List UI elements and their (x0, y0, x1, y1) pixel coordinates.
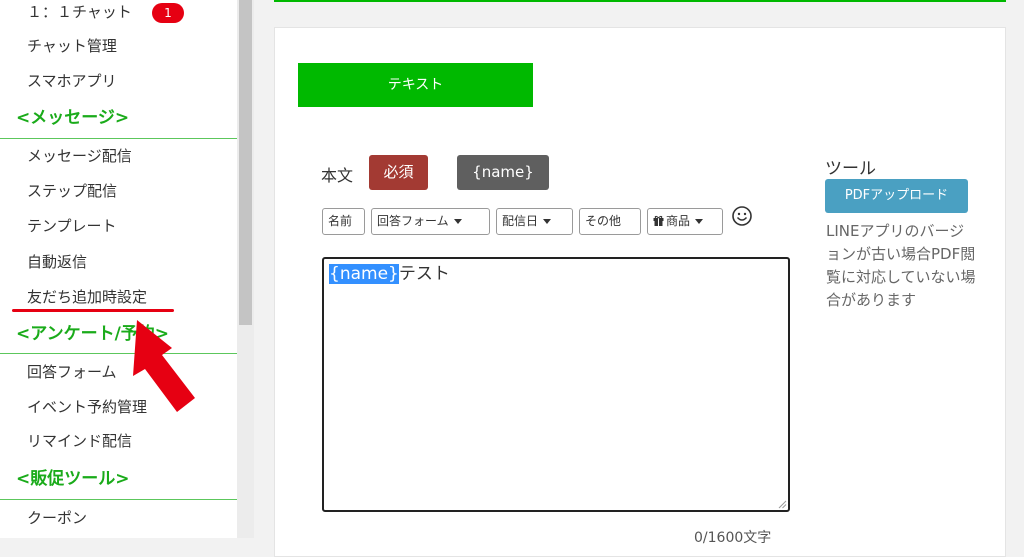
sidebar-item-auto-reply[interactable]: 自動返信 (27, 252, 87, 272)
textarea-text: テスト (398, 264, 450, 284)
sidebar-scrollbar[interactable] (237, 0, 254, 538)
selected-name-token: {name} (329, 264, 399, 284)
sidebar-item-friend-add-settings[interactable]: 友だち追加時設定 (27, 287, 147, 307)
answer-form-label: 回答フォーム (377, 214, 449, 228)
divider (0, 138, 237, 139)
sidebar-item-chat-manage[interactable]: チャット管理 (27, 36, 117, 56)
arrow-annotation-icon (133, 320, 195, 412)
other-button-label: その他 (585, 214, 622, 228)
sidebar: １：１チャット 1 チャット管理 スマホアプリ <メッセージ> メッセージ配信 … (0, 0, 237, 538)
gift-icon (653, 215, 664, 226)
annotation-underline (12, 309, 174, 312)
pdf-upload-button[interactable]: PDFアップロード (825, 179, 968, 213)
message-textarea[interactable]: {name}テスト (322, 257, 790, 512)
name-button[interactable]: 名前 (322, 208, 365, 235)
delivery-date-label: 配信日 (502, 214, 539, 228)
caret-down-icon (453, 219, 462, 224)
top-accent-bar (274, 0, 1006, 2)
textarea-content: {name}テスト (329, 262, 450, 286)
sidebar-item-smartphone-app[interactable]: スマホアプリ (27, 71, 117, 91)
caret-down-icon (543, 219, 552, 224)
body-label: 本文 (321, 166, 354, 185)
sidebar-item-label: １：１チャット (27, 3, 132, 21)
char-counter: 0/1600文字 (694, 530, 772, 546)
sidebar-item-chat[interactable]: １：１チャット (27, 2, 132, 22)
sidebar-heading-message: <メッセージ> (16, 108, 130, 128)
tools-note: LINEアプリのバージョンが古い場合PDF閲覧に対応していない場合があります (826, 222, 976, 309)
name-button-label: 名前 (328, 214, 353, 228)
resize-grip-icon[interactable] (777, 499, 787, 509)
divider (0, 499, 237, 500)
caret-down-icon (695, 219, 704, 224)
sidebar-item-remind-delivery[interactable]: リマインド配信 (27, 431, 132, 451)
delivery-date-dropdown[interactable]: 配信日 (496, 208, 573, 235)
answer-form-dropdown[interactable]: 回答フォーム (371, 208, 490, 235)
unread-badge: 1 (152, 3, 184, 23)
product-dropdown[interactable]: 商品 (647, 208, 723, 235)
scrollbar-thumb[interactable] (239, 0, 252, 325)
insert-name-button[interactable]: {name} (457, 155, 549, 190)
sidebar-item-template[interactable]: テンプレート (27, 216, 117, 236)
sidebar-item-answer-form[interactable]: 回答フォーム (27, 362, 117, 382)
divider (0, 353, 237, 354)
other-button[interactable]: その他 (579, 208, 641, 235)
required-badge: 必須 (369, 155, 428, 190)
sidebar-item-step-delivery[interactable]: ステップ配信 (27, 181, 117, 201)
product-label: 商品 (666, 214, 691, 228)
sidebar-item-message-delivery[interactable]: メッセージ配信 (27, 146, 132, 166)
smile-icon[interactable] (731, 205, 753, 227)
tools-heading: ツール (825, 159, 876, 179)
sidebar-item-coupon[interactable]: クーポン (27, 508, 87, 528)
tab-text[interactable]: テキスト (298, 63, 533, 107)
sidebar-heading-promo: <販促ツール> (16, 469, 130, 489)
